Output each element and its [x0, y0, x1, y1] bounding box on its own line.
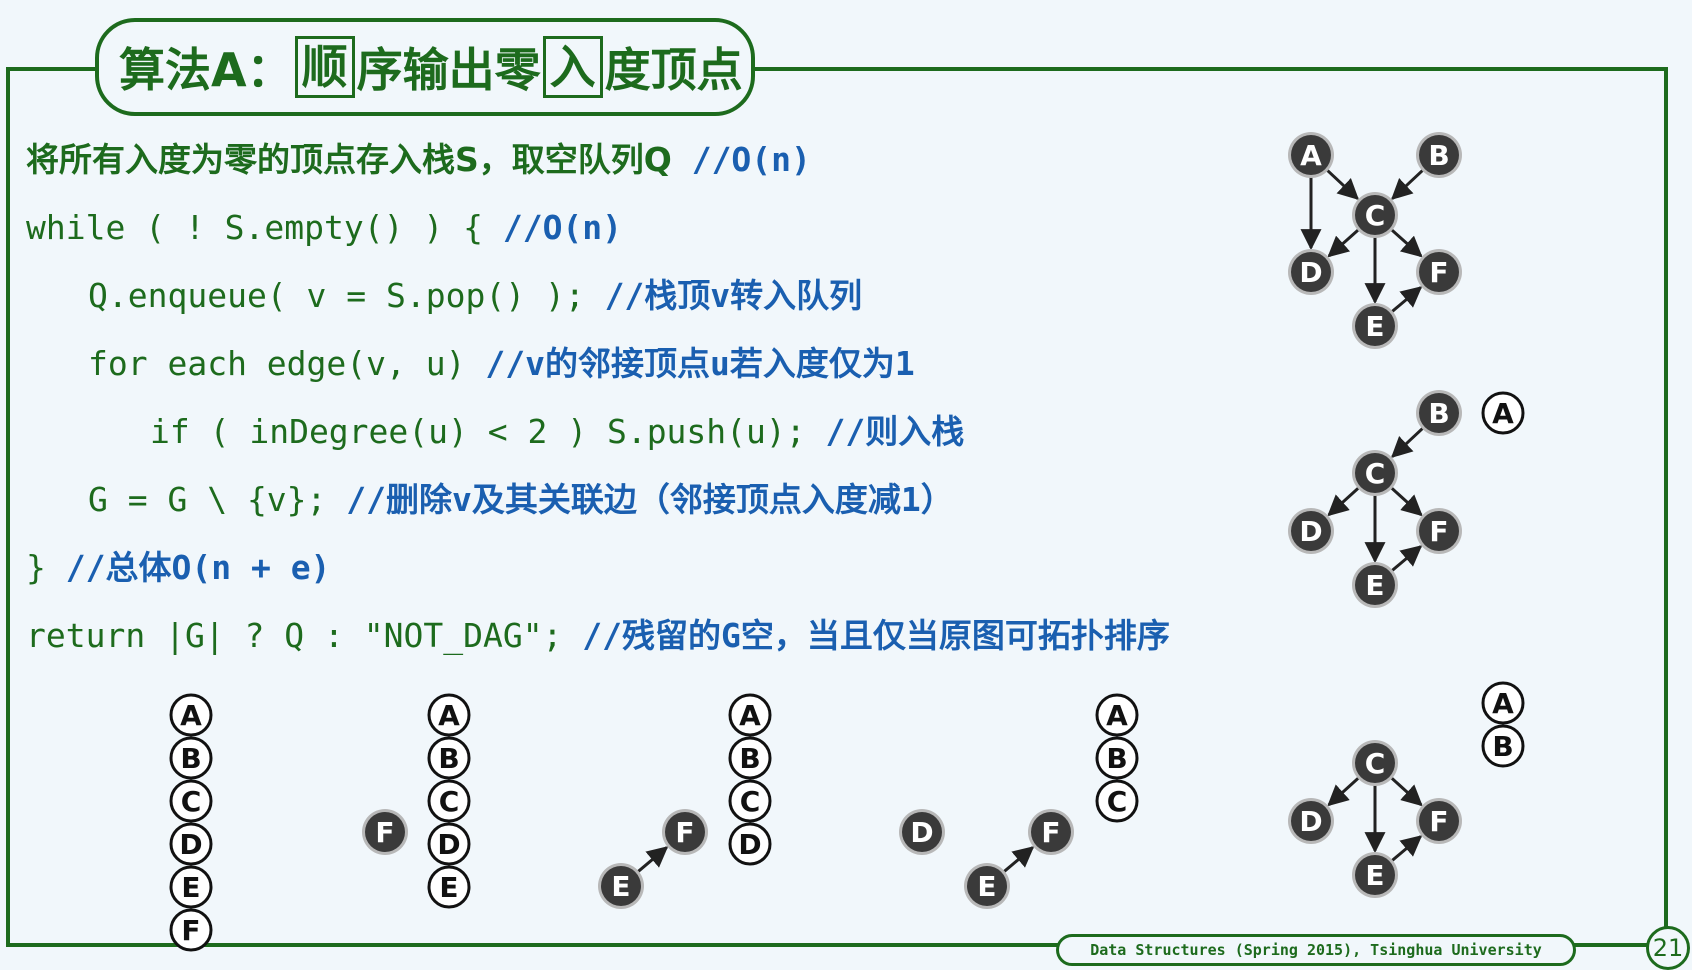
code-line-2: while ( ! S.empty() ) { //O(n) [26, 208, 623, 247]
code-line-8: return |G| ? Q : "NOT_DAG"; //残留的G空，当且仅当… [26, 616, 1170, 655]
title-boxed-char-2: 入 [542, 36, 603, 98]
footer-course-label: Data Structures (Spring 2015), Tsinghua … [1056, 934, 1576, 966]
code-line-3: Q.enqueue( v = S.pop() ); //栈顶v转入队列 [88, 276, 863, 315]
title-prefix: 算法A： [119, 43, 293, 97]
code-line-4: for each edge(v, u) //v的邻接顶点u若入度仅为1 [88, 344, 915, 383]
code-line-6: G = G \ {v}; //删除v及其关联边（邻接顶点入度减1） [88, 480, 954, 519]
title-middle: 序输出零 [356, 43, 541, 97]
slide-title: 算法A： 顺 序输出零 入 度顶点 [95, 18, 755, 116]
code-line-1: 将所有入度为零的顶点存入栈S，取空队列Q //O(n) [26, 140, 811, 179]
title-boxed-char-1: 顺 [294, 36, 355, 98]
code-line-7: } //总体O(n + e) [26, 548, 331, 587]
title-suffix: 度顶点 [604, 43, 743, 97]
code-line-5: if ( inDegree(u) < 2 ) S.push(u); //则入栈 [150, 412, 965, 451]
page-number: 21 [1646, 926, 1690, 970]
